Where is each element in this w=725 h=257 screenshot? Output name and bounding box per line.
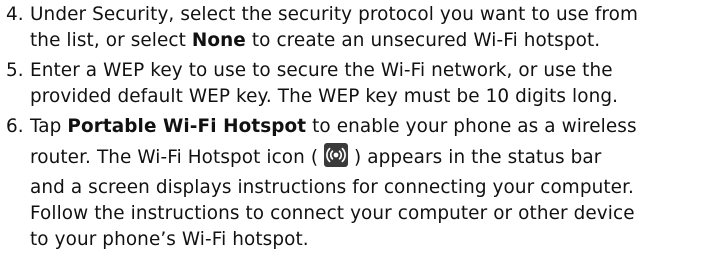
step-text: router. The Wi-Fi Hotspot icon ( [30,147,325,168]
step-text: ) appears in the status bar [348,147,602,168]
step-text-line: provided default WEP key. The WEP key mu… [30,84,721,110]
step-text-line: Enter a WEP key to use to secure the Wi-… [30,58,721,84]
step-text: to create an unsecured Wi-Fi hotspot. [245,30,601,51]
instruction-steps: 4. Under Security, select the security p… [6,2,721,257]
step-text: and a screen displays instructions for c… [30,177,634,198]
step-4: 4. Under Security, select the security p… [6,2,721,54]
step-text: to enable your phone as a wireless [306,116,637,137]
step-text-line: Follow the instructions to connect your … [30,201,721,227]
step-text: Enter a WEP key to use to secure the Wi-… [30,60,613,81]
option-none-label: None [191,30,246,51]
step-text-line: the list, or select None to create an un… [30,28,721,54]
step-6: 6. Tap Portable Wi-Fi Hotspot to enable … [6,114,721,253]
step-text: Under Security, select the security prot… [30,4,639,25]
step-text-line: Under Security, select the security prot… [30,2,721,28]
step-number: 5. [6,60,24,81]
step-5: 5. Enter a WEP key to use to secure the … [6,58,721,110]
step-text-line: and a screen displays instructions for c… [30,175,721,201]
step-text-line: Tap Portable Wi-Fi Hotspot to enable you… [30,114,721,140]
wifi-hotspot-icon [324,143,349,167]
step-text-line: router. The Wi-Fi Hotspot icon ( ) appea… [30,140,721,175]
step-text-line: to your phone’s Wi-Fi hotspot. [30,227,721,253]
step-number: 4. [6,4,24,25]
step-text: the list, or select [30,30,192,51]
step-text: Follow the instructions to connect your … [30,203,635,224]
step-text: to your phone’s Wi-Fi hotspot. [30,229,309,250]
step-text: provided default WEP key. The WEP key mu… [30,86,619,107]
step-number: 6. [6,116,24,137]
portable-wifi-hotspot-label: Portable Wi-Fi Hotspot [67,116,307,137]
step-text: Tap [30,116,68,137]
